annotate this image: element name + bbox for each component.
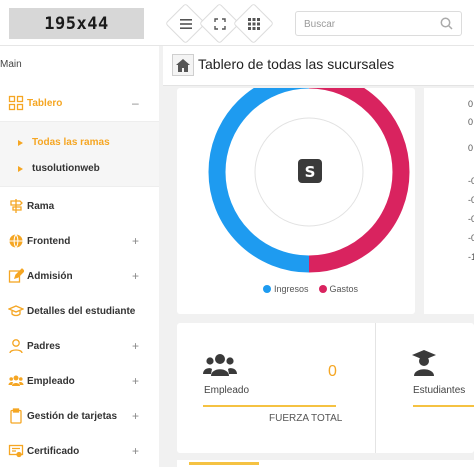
top-header: 195x44 bbox=[0, 0, 474, 46]
donut-segment-ingresos[interactable] bbox=[208, 88, 310, 273]
sidebar-item-tablero[interactable]: Tablero – bbox=[0, 91, 159, 115]
stat-value-empleado: 0 bbox=[328, 363, 337, 380]
sidebar-item-rama[interactable]: Rama bbox=[0, 194, 159, 218]
student-graduate-icon bbox=[412, 350, 436, 376]
sidebar-item-frontend[interactable]: Frontend + bbox=[0, 229, 159, 253]
submenu-item-label: tusolutionweb bbox=[32, 163, 100, 174]
stat-progress-bar bbox=[413, 405, 474, 407]
sidebar-item-empleado[interactable]: Empleado + bbox=[0, 369, 159, 393]
users-group-icon bbox=[203, 354, 237, 376]
sidebar-item-admision[interactable]: Admisión + bbox=[0, 264, 159, 288]
sidebar-item-label: Admisión bbox=[27, 270, 73, 282]
chart-legend: Ingresos Gastos bbox=[263, 284, 358, 294]
logo-text: 195x44 bbox=[44, 13, 109, 34]
edit-icon bbox=[8, 268, 24, 283]
sidebar-item-detalles-del-estudiante[interactable]: Detalles del estudiante bbox=[0, 299, 159, 323]
expand-icon bbox=[213, 17, 226, 30]
submenu-tablero: Todas las ramas tusolutionweb bbox=[0, 121, 159, 187]
submenu-item-todas-las-ramas[interactable]: Todas las ramas bbox=[18, 137, 110, 148]
clipboard-icon bbox=[10, 408, 22, 424]
expand-plus-icon[interactable]: + bbox=[132, 409, 139, 423]
axis-tick-label: -1 bbox=[468, 252, 474, 262]
expand-plus-icon[interactable]: + bbox=[132, 339, 139, 353]
page-title: Tablero de todas las sucursales bbox=[198, 56, 395, 72]
stat-label-estudiantes: Estudiantes bbox=[413, 385, 466, 396]
axis-tick-label: 0 bbox=[468, 99, 474, 109]
donut-segment-gastos[interactable] bbox=[308, 88, 410, 273]
sidebar: Main Tablero – Todas las ramas tusolutio… bbox=[0, 46, 159, 467]
stats-divider bbox=[375, 323, 376, 453]
user-icon bbox=[9, 339, 23, 354]
axis-tick-label: -0 bbox=[468, 214, 474, 224]
sidebar-item-certificado[interactable]: Certificado + bbox=[0, 439, 159, 463]
search-icon[interactable] bbox=[440, 17, 453, 35]
stats-card: Empleado 0 FUERZA TOTAL Estudiantes bbox=[177, 323, 474, 453]
stat-progress-bar bbox=[203, 405, 336, 407]
sidebar-item-label: Padres bbox=[27, 340, 61, 352]
axis-tick-label: -0 bbox=[468, 233, 474, 243]
users-icon bbox=[8, 375, 24, 386]
home-button[interactable] bbox=[172, 54, 194, 76]
sidebar-item-gestion-de-tarjetas[interactable]: Gestión de tarjetas + bbox=[0, 404, 159, 428]
home-icon bbox=[176, 58, 190, 72]
legend-label-ingresos[interactable]: Ingresos bbox=[274, 284, 309, 294]
stat-caption-fuerza-total: FUERZA TOTAL bbox=[269, 413, 343, 424]
submenu-item-label: Todas las ramas bbox=[32, 137, 110, 148]
sidebar-item-label: Gestión de tarjetas bbox=[27, 410, 118, 422]
income-expense-donut: S bbox=[208, 88, 410, 273]
sidebar-item-padres[interactable]: Padres + bbox=[0, 334, 159, 358]
grid-dots-icon bbox=[247, 17, 260, 30]
sidebar-item-label: Rama bbox=[27, 200, 55, 212]
sidebar-item-label: Certificado bbox=[27, 445, 80, 457]
brand-logo-glyph: S bbox=[305, 163, 316, 181]
hamburger-icon bbox=[179, 18, 192, 29]
axis-tick-label: -0 bbox=[468, 176, 474, 186]
sidebar-item-label: Detalles del estudiante bbox=[27, 305, 136, 317]
sidebar-item-label: Empleado bbox=[27, 375, 75, 387]
axis-tick-label: -0 bbox=[468, 195, 474, 205]
next-card-top bbox=[177, 460, 474, 467]
globe-icon bbox=[9, 234, 23, 248]
expand-plus-icon[interactable]: + bbox=[132, 269, 139, 283]
sidebar-section-title: Main bbox=[0, 59, 22, 70]
caret-right-icon bbox=[18, 139, 23, 146]
sidebar-item-label: Frontend bbox=[27, 235, 71, 247]
collapse-icon[interactable]: – bbox=[132, 96, 139, 110]
axis-tick-label: 0 bbox=[468, 117, 474, 127]
sidebar-item-label: Tablero bbox=[27, 97, 63, 109]
income-expense-chart-card: S Ingresos Gastos bbox=[177, 88, 415, 314]
expand-plus-icon[interactable]: + bbox=[132, 234, 139, 248]
apps-button[interactable] bbox=[232, 2, 275, 45]
expand-plus-icon[interactable]: + bbox=[132, 374, 139, 388]
graduation-cap-icon bbox=[8, 305, 24, 317]
caret-right-icon bbox=[18, 165, 23, 172]
legend-swatch-ingresos bbox=[263, 285, 271, 293]
legend-label-gastos[interactable]: Gastos bbox=[330, 284, 359, 294]
certificate-icon bbox=[8, 444, 24, 458]
axis-tick-label: 0 bbox=[468, 143, 474, 153]
submenu-item-tusolutionweb[interactable]: tusolutionweb bbox=[18, 163, 100, 174]
expand-plus-icon[interactable]: + bbox=[132, 444, 139, 458]
right-partial-card: 0 0 0 -0 -0 -0 -0 -1 bbox=[424, 88, 474, 314]
search-box bbox=[295, 11, 462, 36]
next-card-accent bbox=[189, 462, 259, 465]
grid-icon bbox=[8, 95, 24, 111]
page-title-bar: Tablero de todas las sucursales bbox=[163, 46, 474, 86]
logo-placeholder[interactable]: 195x44 bbox=[9, 8, 144, 39]
stat-label-empleado: Empleado bbox=[204, 385, 250, 396]
signpost-icon bbox=[10, 199, 23, 213]
legend-swatch-gastos bbox=[318, 285, 327, 293]
search-input[interactable] bbox=[304, 16, 429, 32]
